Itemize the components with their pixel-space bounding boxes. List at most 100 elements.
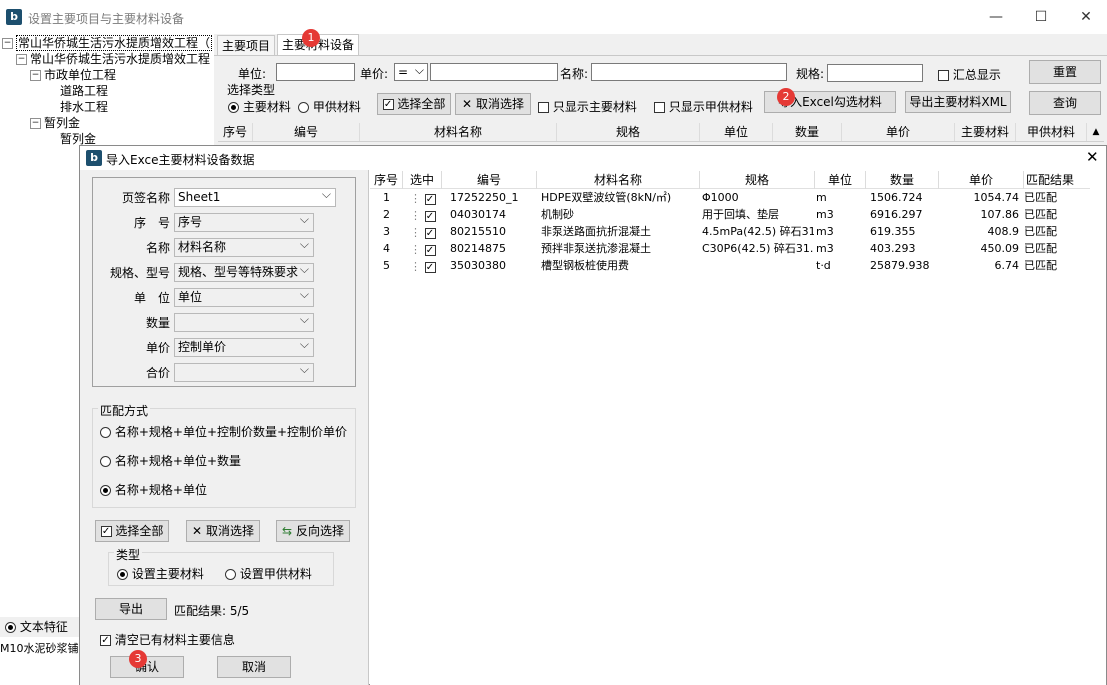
col-header[interactable]: 主要材料 <box>955 123 1016 141</box>
seq-select[interactable]: 序号 <box>174 213 314 232</box>
maximize-button[interactable]: ☐ <box>1018 1 1064 33</box>
col-header[interactable]: 编号 <box>442 171 537 189</box>
row-checkbox[interactable]: ⋮ ✓ <box>410 190 436 207</box>
reverse-select-label: 反向选择 <box>295 524 344 538</box>
set-main-radio[interactable]: 设置主要材料 <box>117 565 204 582</box>
tree-root[interactable]: − 常山华侨城生活污水提质增效工程（ <box>2 35 213 51</box>
dialog-close-button[interactable]: ✕ <box>1086 148 1099 166</box>
export-button[interactable]: 导出 <box>95 598 167 620</box>
name-select[interactable]: 材料名称 <box>174 238 314 257</box>
reverse-icon: ⇆ <box>282 524 293 538</box>
row-result: 已匹配 <box>1024 259 1057 272</box>
row-spec: Φ1000 <box>702 191 739 204</box>
reverse-select-button[interactable]: ⇆ 反向选择 <box>276 520 350 542</box>
price-select[interactable]: 控制单价 <box>174 338 314 357</box>
col-header[interactable]: 甲供材料 <box>1016 123 1087 141</box>
cancel-button[interactable]: 取消 <box>217 656 291 678</box>
tree-item-road[interactable]: 道路工程 <box>60 83 108 99</box>
dialog-select-all-button[interactable]: ✓ 选择全部 <box>95 520 169 542</box>
tab-main-items[interactable]: 主要项目 <box>217 35 276 56</box>
table-row[interactable]: 5 ⋮ ✓ 35030380 槽型钢板桩使用费 t·d 25879.938 6.… <box>370 257 1107 274</box>
row-no: 1 <box>383 191 390 204</box>
price-input[interactable] <box>430 63 558 81</box>
table-row[interactable]: 4 ⋮ ✓ 80214875 预拌非泵送抗渗混凝土 C30P6(42.5) 碎石… <box>370 240 1107 257</box>
reset-button[interactable]: 重置 <box>1029 60 1101 84</box>
materials-grid-header: 序号 编号 材料名称 规格 单位 数量 单价 主要材料 甲供材料 ▲ <box>218 123 1104 142</box>
price-operator-select[interactable]: = ⌵ <box>394 63 428 81</box>
dialog-cancel-select-button[interactable]: ✕ 取消选择 <box>186 520 260 542</box>
col-header[interactable]: 匹配结果 <box>1024 171 1076 189</box>
summary-label: 汇总显示 <box>952 68 1001 82</box>
col-header[interactable]: 单价 <box>842 123 955 141</box>
tree-item-label: 暂列金 <box>44 116 81 130</box>
match-option-3[interactable]: 名称+规格+单位 <box>100 481 207 498</box>
main-panel: 主要项目 主要材料设备 单位: 单价: = ⌵ 名称: 规格: 汇总显示 重置 … <box>214 34 1107 146</box>
row-result: 已匹配 <box>1024 191 1057 204</box>
spec-input[interactable] <box>827 64 923 82</box>
scroll-up-icon[interactable]: ▲ <box>1088 123 1104 141</box>
row-price: 408.9 <box>987 225 1020 238</box>
col-header[interactable]: 编号 <box>253 123 360 141</box>
table-row[interactable]: 3 ⋮ ✓ 80215510 非泵送路面抗折混凝土 4.5mPa(42.5) 碎… <box>370 223 1107 240</box>
unit-input[interactable] <box>276 63 355 81</box>
row-unit: m3 <box>816 208 834 221</box>
name-label: 名称: <box>560 67 589 81</box>
col-header[interactable]: 材料名称 <box>360 123 557 141</box>
row-code: 17252250_1 <box>450 191 519 204</box>
collapse-icon[interactable]: − <box>30 118 41 129</box>
table-row[interactable]: 2 ⋮ ✓ 04030174 机制砂 用于回填、垫层 m3 6916.297 1… <box>370 206 1107 223</box>
summary-checkbox[interactable]: 汇总显示 <box>938 66 1001 83</box>
match-option-1[interactable]: 名称+规格+单位+控制价数量+控制价单价 <box>100 423 347 440</box>
only-main-checkbox[interactable]: 只显示主要材料 <box>538 98 637 115</box>
row-no: 2 <box>383 208 390 221</box>
total-select[interactable] <box>174 363 314 382</box>
clear-existing-checkbox[interactable]: ✓ 清空已有材料主要信息 <box>100 631 235 648</box>
row-result: 已匹配 <box>1024 242 1057 255</box>
col-header[interactable]: 数量 <box>866 171 939 189</box>
col-header[interactable]: 规格 <box>700 171 815 189</box>
tree-item-drainage[interactable]: 排水工程 <box>60 99 108 115</box>
unit-select[interactable]: 单位 <box>174 288 314 307</box>
close-button[interactable]: ✕ <box>1063 1 1107 33</box>
col-header[interactable]: 单位 <box>815 171 866 189</box>
text-feature-radio[interactable]: 文本特征 <box>0 617 79 637</box>
col-header[interactable]: 数量 <box>773 123 842 141</box>
col-header[interactable]: 单位 <box>700 123 773 141</box>
minimize-button[interactable]: — <box>973 1 1019 33</box>
confirm-button[interactable]: 确认 <box>110 656 184 678</box>
row-checkbox[interactable]: ⋮ ✓ <box>410 224 436 241</box>
qty-select[interactable] <box>174 313 314 332</box>
collapse-icon[interactable]: − <box>30 70 41 81</box>
col-header[interactable]: 单价 <box>939 171 1024 189</box>
col-header[interactable]: 序号 <box>218 123 253 141</box>
type-jia-radio[interactable]: 甲供材料 <box>298 98 361 115</box>
tree-item-project[interactable]: − 常山华侨城生活污水提质增效工程 <box>16 51 210 67</box>
query-button[interactable]: 查询 <box>1029 91 1101 115</box>
tree-item-municipal[interactable]: − 市政单位工程 <box>30 67 116 83</box>
only-jia-checkbox[interactable]: 只显示甲供材料 <box>654 98 753 115</box>
chevron-down-icon: ⌵ <box>414 63 424 77</box>
row-checkbox[interactable]: ⋮ ✓ <box>410 241 436 258</box>
cancel-select-button[interactable]: ✕ 取消选择 <box>455 93 531 115</box>
row-checkbox[interactable]: ⋮ ✓ <box>410 207 436 224</box>
sheet-select[interactable]: Sheet1 <box>174 188 336 207</box>
row-spec: C30P6(42.5) 碎石31. <box>702 242 814 255</box>
col-header[interactable]: 选中 <box>403 171 442 189</box>
collapse-icon[interactable]: − <box>2 38 13 49</box>
match-group-label: 匹配方式 <box>98 402 151 419</box>
name-input[interactable] <box>591 63 787 81</box>
col-header[interactable]: 材料名称 <box>537 171 700 189</box>
row-checkbox[interactable]: ⋮ ✓ <box>410 258 436 275</box>
export-xml-button[interactable]: 导出主要材料XML <box>905 91 1011 113</box>
spec-select[interactable]: 规格、型号等特殊要求 <box>174 263 314 282</box>
type-main-radio[interactable]: 主要材料 <box>228 98 291 115</box>
row-qty: 403.293 <box>870 242 916 255</box>
col-header[interactable]: 规格 <box>557 123 700 141</box>
table-row[interactable]: 1 ⋮ ✓ 17252250_1 HDPE双壁波纹管(8kN/㎡) Φ1000 … <box>370 189 1107 206</box>
collapse-icon[interactable]: − <box>16 54 27 65</box>
tree-item-provisional[interactable]: − 暂列金 <box>30 115 80 131</box>
col-header[interactable]: 序号 <box>370 171 403 189</box>
select-all-button[interactable]: ✓ 选择全部 <box>377 93 451 115</box>
set-jia-radio[interactable]: 设置甲供材料 <box>225 565 312 582</box>
match-option-2[interactable]: 名称+规格+单位+数量 <box>100 452 241 469</box>
